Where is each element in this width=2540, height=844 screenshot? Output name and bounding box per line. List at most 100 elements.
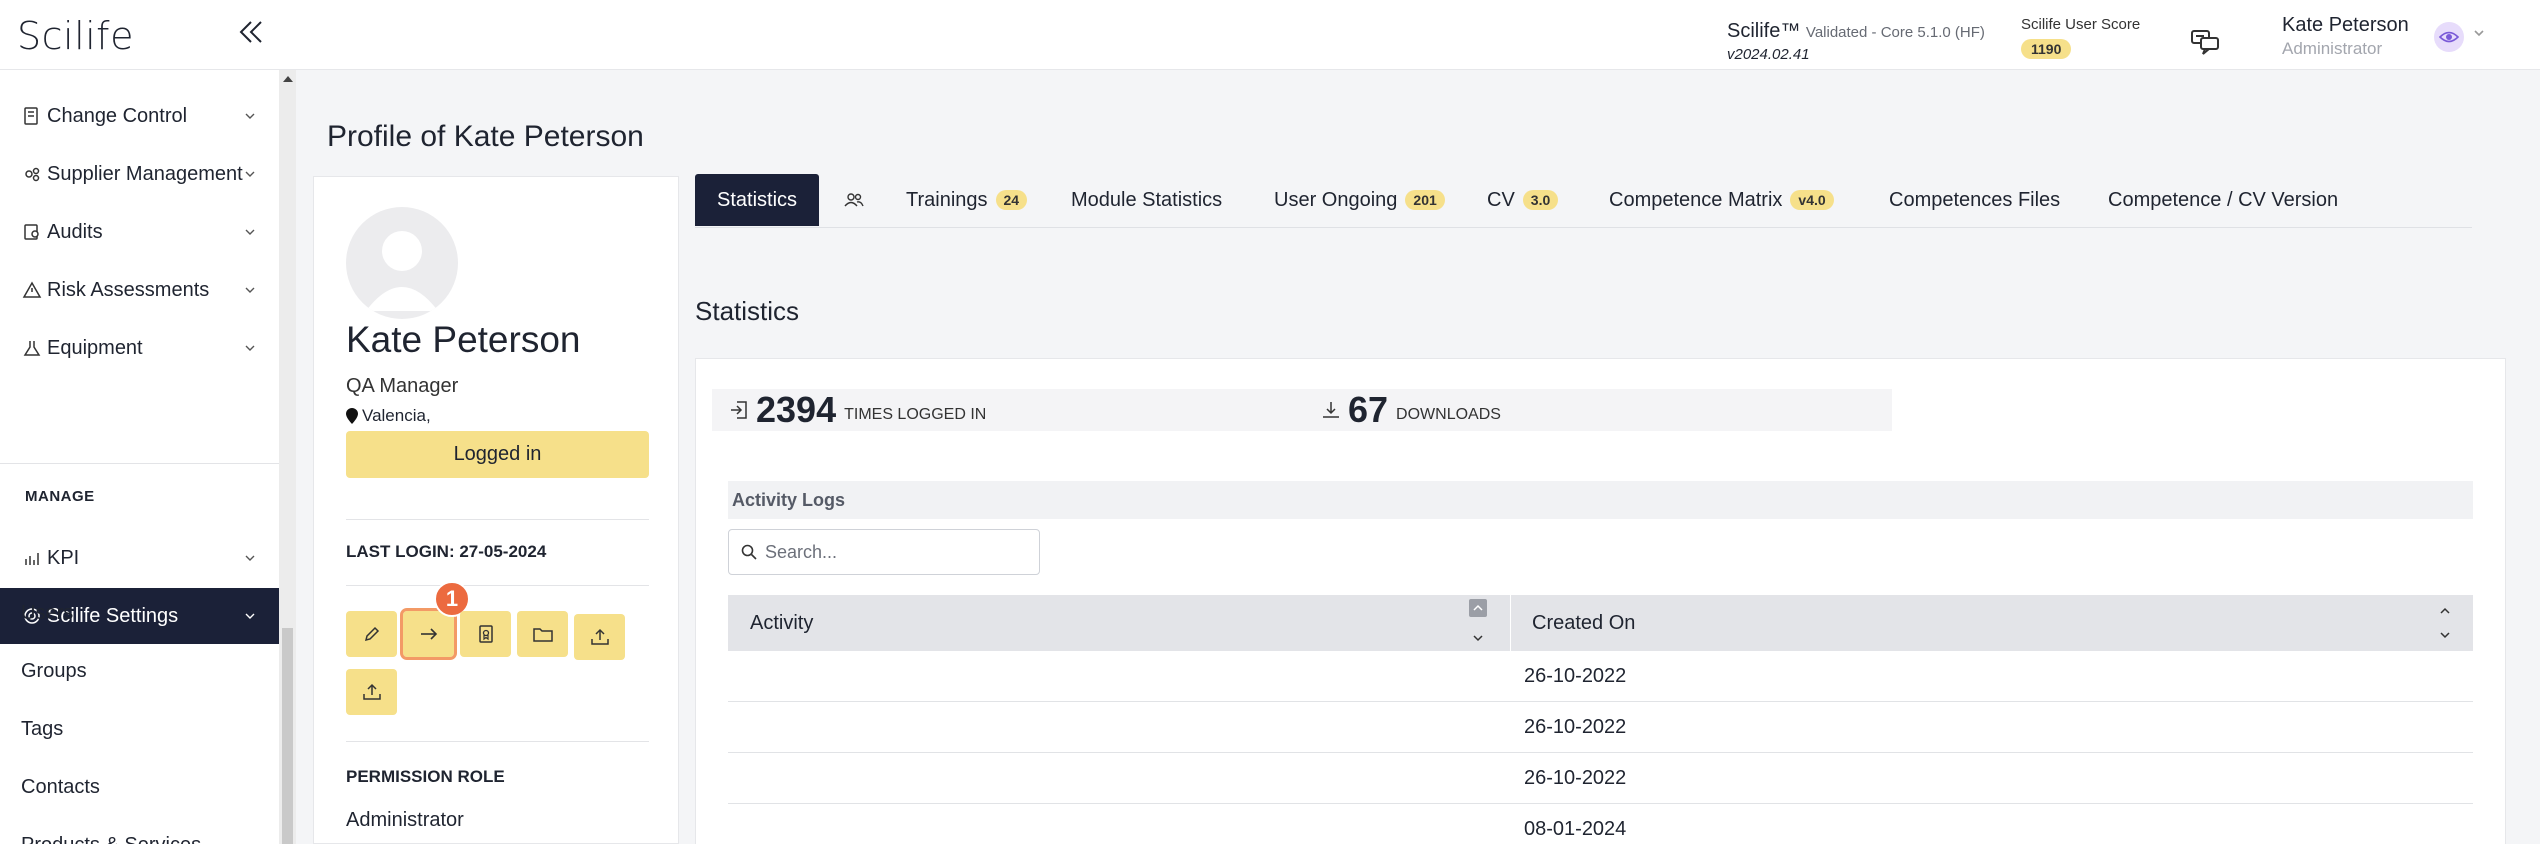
certificate-button[interactable] bbox=[460, 611, 511, 657]
profile-location-text: Valencia, bbox=[362, 406, 431, 425]
score-label: Scilife User Score bbox=[2021, 16, 2141, 33]
login-as-button[interactable] bbox=[400, 608, 457, 660]
tab-label: CV bbox=[1487, 188, 1515, 211]
created-on-cell: 08-01-2024 bbox=[1524, 818, 1627, 840]
supplier-icon bbox=[25, 167, 40, 182]
sidebar-item-risk-assessments[interactable]: Risk Assessments bbox=[0, 261, 279, 319]
edit-button[interactable] bbox=[346, 611, 397, 657]
sidebar-item-supplier-management[interactable]: Supplier Management bbox=[0, 145, 279, 203]
sidebar-item-label: Risk Assessments bbox=[47, 278, 210, 301]
profile-job-title: QA Manager bbox=[346, 375, 459, 397]
tab-competence-matrix[interactable]: Competence Matrix v4.0 bbox=[1609, 174, 1834, 226]
tab-statistics[interactable]: Statistics bbox=[695, 174, 820, 226]
version-number: v2024.02.41 bbox=[1727, 46, 1810, 63]
search-icon bbox=[741, 544, 757, 560]
app-logo[interactable]: Scilife bbox=[17, 14, 134, 58]
table-row[interactable]: 08-01-2024 bbox=[728, 804, 2473, 844]
logins-value: 2394 bbox=[756, 389, 837, 430]
page-title: Profile of Kate Peterson bbox=[327, 120, 644, 153]
sidebar-item-label: Audits bbox=[47, 220, 103, 243]
sidebar-item-equipment[interactable]: Equipment bbox=[0, 319, 279, 377]
permission-role-value: Administrator bbox=[346, 809, 464, 831]
sidebar-subitem-products-services[interactable]: Products & Services bbox=[21, 834, 201, 844]
chat-icon[interactable] bbox=[2190, 28, 2220, 56]
activity-logs-title: Activity Logs bbox=[732, 490, 846, 510]
tab-module-statistics[interactable]: Module Statistics bbox=[1071, 174, 1222, 226]
sort-icon[interactable] bbox=[2436, 601, 2454, 645]
change-control-icon bbox=[24, 107, 38, 125]
tab-label: Competence Matrix bbox=[1609, 188, 1783, 211]
chevron-down-icon bbox=[245, 229, 255, 235]
sidebar-item-label: Change Control bbox=[47, 104, 188, 127]
upload-icon bbox=[362, 683, 381, 700]
logged-in-status-button[interactable]: Logged in bbox=[346, 431, 649, 478]
table-header: Activity Created On bbox=[728, 595, 2473, 651]
product-detail: Validated - Core 5.1.0 (HF) bbox=[1805, 24, 1985, 41]
table-row[interactable]: 26-10-2022 bbox=[728, 651, 2473, 702]
chevron-down-icon bbox=[245, 555, 255, 561]
table-row[interactable]: 26-10-2022 bbox=[728, 702, 2473, 753]
sidebar-item-label: Supplier Management bbox=[47, 162, 243, 185]
collapse-sidebar-icon[interactable] bbox=[236, 14, 266, 50]
stats-summary: 2394 TIMES LOGGED IN 67 DOWNLOADS bbox=[712, 389, 1892, 431]
created-on-cell: 26-10-2022 bbox=[1524, 716, 1627, 738]
profile-name: Kate Peterson bbox=[346, 319, 581, 360]
upload-button[interactable] bbox=[574, 614, 625, 660]
profile-card: Kate Peterson QA Manager Valencia, Logge… bbox=[313, 176, 679, 844]
location-pin-icon bbox=[346, 408, 358, 424]
last-login: LAST LOGIN: 27-05-2024 bbox=[346, 542, 547, 561]
tab-badge: 201 bbox=[1405, 190, 1445, 210]
tab-label: Trainings bbox=[906, 188, 988, 211]
sidebar-subitem-tags[interactable]: Tags bbox=[21, 718, 63, 741]
tab-groups[interactable] bbox=[843, 174, 865, 226]
scrollbar-thumb[interactable] bbox=[282, 628, 293, 844]
table-row[interactable]: 26-10-2022 bbox=[728, 753, 2473, 804]
document-badge-icon bbox=[478, 625, 493, 643]
folder-button[interactable] bbox=[517, 611, 568, 657]
product-name: Scilife™ bbox=[1727, 20, 1801, 42]
sidebar-subitem-groups[interactable]: Groups bbox=[21, 660, 87, 683]
tab-label: Competences Files bbox=[1889, 188, 2061, 211]
sidebar-scrollbar[interactable] bbox=[279, 70, 296, 844]
user-menu[interactable]: Kate Peterson Administrator bbox=[2282, 14, 2409, 59]
users-icon bbox=[844, 193, 864, 207]
created-on-cell: 26-10-2022 bbox=[1524, 665, 1627, 687]
tab-competences-files[interactable]: Competences Files bbox=[1889, 174, 2060, 226]
tab-cv[interactable]: CV 3.0 bbox=[1487, 174, 1559, 226]
downloads-caption: DOWNLOADS bbox=[1396, 406, 1501, 423]
sidebar-subitem-users[interactable]: Users bbox=[21, 602, 73, 625]
tab-label: Competence / CV Version bbox=[2108, 188, 2339, 211]
login-icon bbox=[731, 401, 747, 419]
pencil-icon bbox=[364, 626, 379, 642]
sidebar-item-change-control[interactable]: Change Control bbox=[0, 87, 279, 145]
sidebar-subitem-contacts[interactable]: Contacts bbox=[21, 776, 100, 799]
column-header-activity[interactable]: Activity bbox=[750, 595, 813, 651]
sidebar-item-kpi[interactable]: KPI bbox=[0, 529, 279, 587]
tab-competence-cv-version[interactable]: Competence / CV Version bbox=[2108, 174, 2338, 226]
activity-logs-header: Activity Logs bbox=[728, 481, 2473, 519]
chevron-down-icon bbox=[245, 287, 255, 293]
logins-stat: 2394 TIMES LOGGED IN bbox=[728, 389, 986, 431]
upload-button-secondary[interactable] bbox=[346, 669, 397, 715]
card-divider bbox=[346, 519, 649, 520]
sidebar-item-audits[interactable]: Audits bbox=[0, 203, 279, 261]
tab-badge: v4.0 bbox=[1790, 190, 1834, 210]
chevron-down-icon bbox=[245, 613, 255, 619]
scroll-up-icon[interactable] bbox=[283, 76, 293, 82]
chevron-down-icon[interactable] bbox=[2472, 26, 2486, 40]
search-input[interactable] bbox=[765, 540, 1025, 564]
downloads-stat: 67 DOWNLOADS bbox=[1320, 389, 1501, 431]
profile-avatar bbox=[346, 207, 458, 319]
arrow-right-icon bbox=[420, 628, 437, 640]
column-header-created-on[interactable]: Created On bbox=[1532, 595, 1635, 651]
sidebar-divider bbox=[0, 463, 279, 464]
sort-icon[interactable] bbox=[1469, 599, 1487, 647]
warning-icon bbox=[22, 281, 42, 298]
sidebar: Change Control Supplier Management Audit… bbox=[0, 70, 279, 844]
tab-user-ongoing[interactable]: User Ongoing 201 bbox=[1274, 174, 1445, 226]
card-divider bbox=[346, 741, 649, 742]
profile-tabs: Statistics Trainings 24 Module Statistics… bbox=[695, 174, 2472, 228]
tab-trainings[interactable]: Trainings 24 bbox=[906, 174, 1028, 226]
search-field[interactable] bbox=[728, 529, 1040, 575]
avatar[interactable] bbox=[2434, 22, 2464, 52]
